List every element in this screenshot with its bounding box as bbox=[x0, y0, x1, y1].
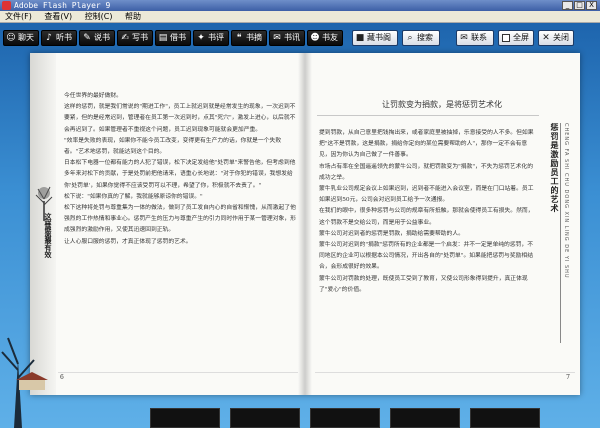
taskbar-block bbox=[310, 408, 380, 428]
paragraph: 蒙牛公司对罚款的处理，既使员工受到了教育，又使公司形象得到提升，真正体现了"爱心… bbox=[319, 275, 528, 293]
review-icon: ✦ bbox=[197, 33, 205, 43]
side-divider bbox=[560, 123, 561, 343]
library-button[interactable]: ■ 藏书阁 bbox=[352, 30, 398, 46]
chat-icon: ☺ bbox=[6, 33, 16, 43]
speak-button[interactable]: ✎ 说书 bbox=[79, 30, 115, 46]
contact-button[interactable]: ✉ 联系 bbox=[456, 30, 494, 46]
paragraph: 这样的惩罚，就是我们常说的"期进工作"，员工上就迟到就是经常发生的现象，一次迟到… bbox=[64, 104, 296, 133]
house-icon bbox=[16, 372, 48, 390]
left-vertical-subtitle: 员工最有效 bbox=[44, 223, 52, 258]
taskbar-block bbox=[390, 408, 460, 428]
fullscreen-checkbox[interactable]: 全屏 bbox=[498, 30, 534, 46]
right-page-number: 7 bbox=[566, 374, 570, 381]
write-button[interactable]: ✍ 写书 bbox=[117, 30, 153, 46]
paragraph: 蒙牛公司对迟到的"捐款"惩罚所有的企业都是一个启发：并不一定是单纯的惩罚，不同地… bbox=[319, 242, 534, 271]
footer-rule bbox=[315, 372, 575, 373]
news-icon: ✉ bbox=[273, 33, 281, 43]
left-page-text: 今任世界的最好做财。 这样的惩罚，就是我们常说的"期进工作"，员工上就迟到就是经… bbox=[64, 91, 296, 248]
write-icon: ✍ bbox=[121, 33, 129, 43]
paragraph: 让人心服口服的惩罚，才真正体现了惩罚的艺术。 bbox=[64, 238, 192, 245]
left-page-number: 6 bbox=[60, 374, 64, 381]
window-title: Adobe Flash Player 9 bbox=[14, 1, 111, 10]
friends-icon: ☻ bbox=[310, 33, 320, 43]
left-page[interactable]: 这样惩罚 员工最有效 今任世界的最好做财。 这样的惩罚，就是我们常说的"期进工作… bbox=[30, 53, 305, 395]
right-page-side-title: 惩罚是激励员工的艺术 CHENG FA SHI CHU DONG XIN LIN… bbox=[545, 123, 577, 363]
search-icon: ⌕ bbox=[407, 33, 413, 43]
paragraph: 松下这种将处罚与尊重集为一体的做法，做到了员工发自内心的自省和惭愧，从而激起了他… bbox=[64, 205, 296, 234]
footer-rule bbox=[58, 372, 298, 373]
menu-help[interactable]: 帮助 bbox=[120, 11, 146, 23]
paragraph: 市场占有率在全国遥遥领先的蒙牛公司，就把罚款变为"捐款"，不失为惩罚艺术化的成功… bbox=[319, 163, 534, 181]
excerpt-icon: ❝ bbox=[236, 33, 242, 43]
maximize-button[interactable]: □ bbox=[574, 1, 585, 10]
friends-button[interactable]: ☻ 书友 bbox=[307, 30, 343, 46]
chapter-heading: 让罚款变为捐款，是将惩罚艺术化 bbox=[382, 100, 502, 109]
search-button[interactable]: ⌕ 搜索 bbox=[402, 30, 440, 46]
listen-button[interactable]: ♪ 听书 bbox=[41, 30, 77, 46]
paragraph: 松下说："如果你真的了解，我就能够原谅你的错误。" bbox=[64, 193, 203, 200]
flash-app-icon bbox=[2, 1, 11, 10]
taskbar-block bbox=[230, 408, 300, 428]
flash-player-window: Adobe Flash Player 9 _ □ X 文件(F) 查看(V) 控… bbox=[0, 0, 600, 428]
news-button[interactable]: ✉ 书讯 bbox=[269, 30, 305, 46]
library-icon: ■ bbox=[355, 33, 365, 43]
paragraph: "效率是失败的表现，如果你不能今员工改变，变得更有生产力的话，你就是一个失败者。… bbox=[64, 137, 282, 156]
minimize-button[interactable]: _ bbox=[562, 1, 573, 10]
paragraph: 蒙牛乳业公司规定会议上如果迟到，迟到者不能进入会议室，而是在门口站着。员工如果迟… bbox=[319, 186, 534, 204]
close-book-button[interactable]: ✕ 关闭 bbox=[538, 30, 574, 46]
book-spread: 这样惩罚 员工最有效 今任世界的最好做财。 这样的惩罚，就是我们常说的"期进工作… bbox=[30, 53, 580, 395]
menu-bar: 文件(F) 查看(V) 控制(C) 帮助 bbox=[0, 11, 600, 23]
listen-icon: ♪ bbox=[46, 33, 52, 43]
chat-button[interactable]: ☺ 聊天 bbox=[3, 30, 39, 46]
borrow-icon: ▤ bbox=[158, 33, 168, 43]
menu-file[interactable]: 文件(F) bbox=[0, 11, 37, 23]
right-vertical-title: 惩罚是激励员工的艺术 bbox=[550, 123, 559, 213]
paragraph: 今任世界的最好做财。 bbox=[64, 93, 122, 99]
taskbar-block bbox=[150, 408, 220, 428]
contact-icon: ✉ bbox=[460, 33, 468, 43]
borrow-button[interactable]: ▤ 借书 bbox=[155, 30, 191, 46]
fullscreen-icon bbox=[502, 34, 510, 42]
paragraph: 提到罚款，从自己意里把钱掏出来，或者家庭里被抽掉，乐意接受的人不多。但如果把"这… bbox=[319, 130, 534, 159]
review-button[interactable]: ✦ 书评 bbox=[193, 30, 229, 46]
menu-view[interactable]: 查看(V) bbox=[39, 11, 77, 23]
paragraph: 日本松下电器一位都有能力的人犯了错误，松下决定发给他"处罚单"来警告他，但考虑到… bbox=[64, 160, 296, 189]
reader-toolbar: ☺ 聊天 ♪ 听书 ✎ 说书 ✍ 写书 ▤ 借书 ✦ 书评 ❝ 书摘 ✉ 书讯 bbox=[0, 23, 600, 53]
paragraph: 蒙牛公司对迟到者的惩罚是罚款，捐助给需要帮助的人。 bbox=[319, 230, 464, 237]
title-bar: Adobe Flash Player 9 _ □ X bbox=[0, 0, 600, 11]
right-page[interactable]: 让罚款变为捐款，是将惩罚艺术化 提到罚款，从自己意里把钱掏出来，或者家庭里被抽掉… bbox=[305, 53, 580, 395]
taskbar-block bbox=[470, 408, 540, 428]
right-vertical-pinyin: CHENG FA SHI CHU DONG XIN LING DE YI SHU bbox=[563, 123, 569, 279]
speak-icon: ✎ bbox=[83, 33, 91, 43]
close-window-button[interactable]: X bbox=[586, 1, 597, 10]
book-spine bbox=[298, 53, 312, 395]
paragraph: 在我们的眼中，很多种惩罚与公司的规章有所抵触，那就会使得员工有损失。然而，这个罚… bbox=[319, 208, 534, 226]
close-icon: ✕ bbox=[542, 33, 550, 43]
excerpt-button[interactable]: ❝ 书摘 bbox=[231, 30, 267, 46]
heading-rule bbox=[317, 115, 539, 116]
menu-control[interactable]: 控制(C) bbox=[80, 11, 118, 23]
right-page-text: 提到罚款，从自己意里把钱掏出来，或者家庭里被抽掉，乐意接受的人不多。但如果把"这… bbox=[319, 128, 537, 296]
